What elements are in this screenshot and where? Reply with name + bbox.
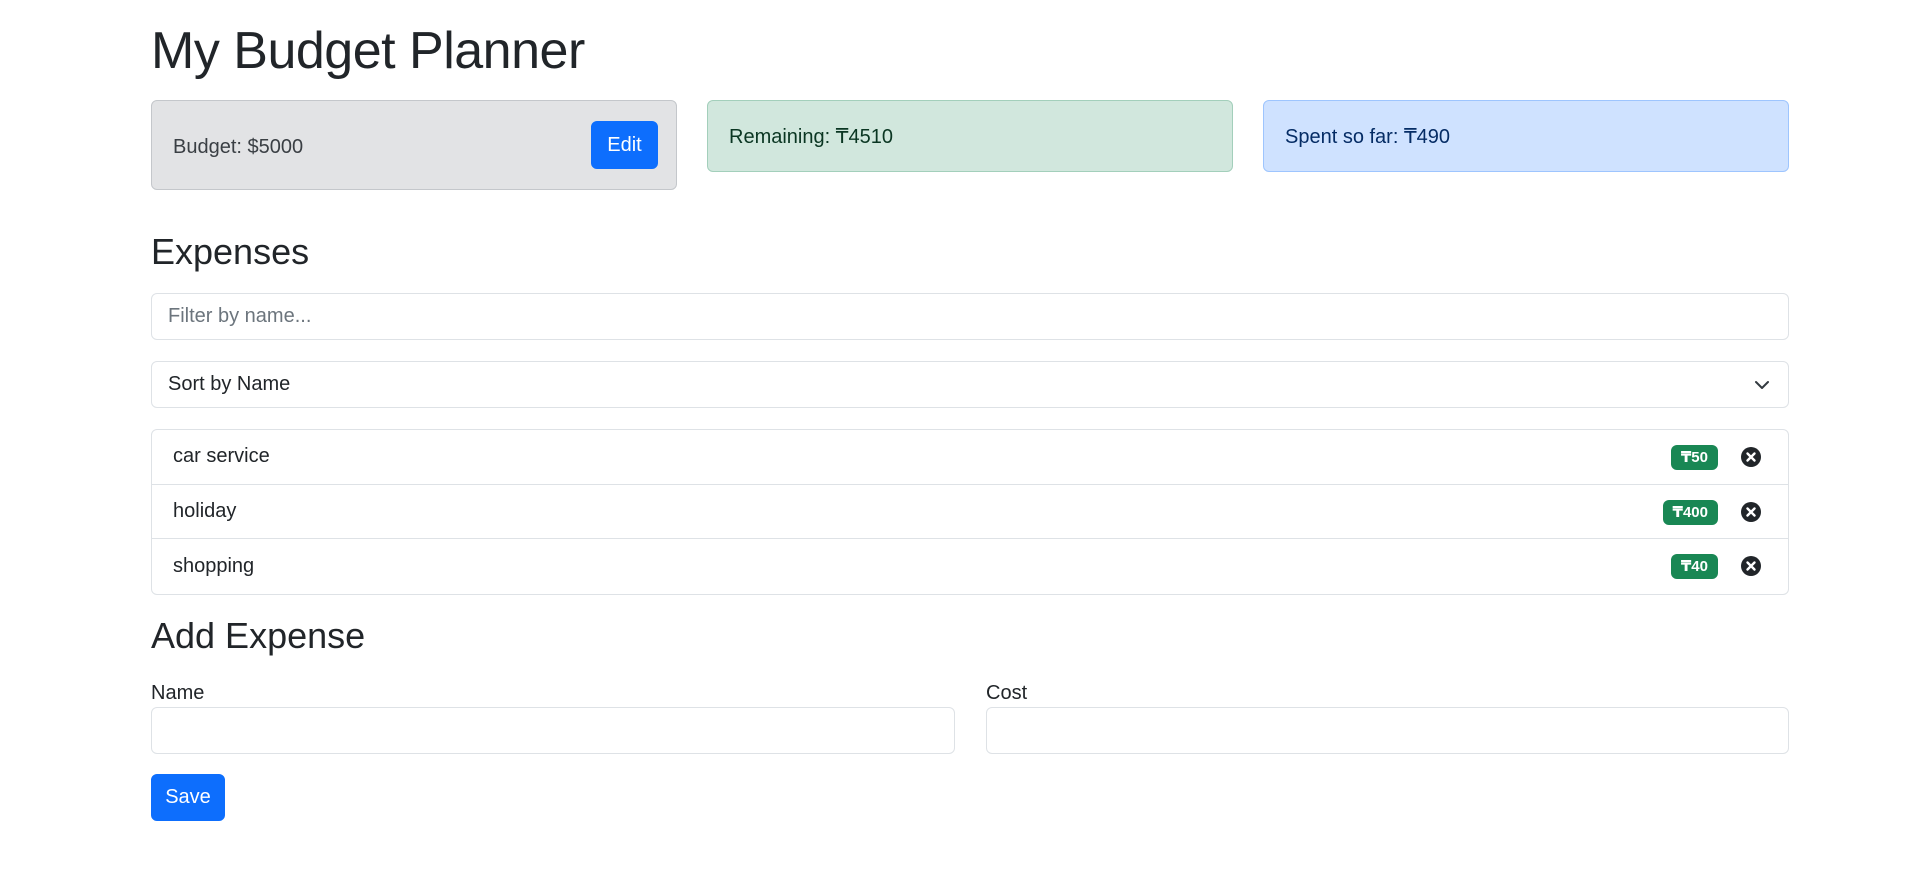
expense-cost-badge: ₸50 <box>1670 445 1718 470</box>
save-button[interactable]: Save <box>151 774 225 821</box>
expense-list: car service ₸50 holiday ₸400 shopping ₸4… <box>151 429 1789 595</box>
expense-item: holiday ₸400 <box>152 485 1788 539</box>
budget-text: Budget: $5000 <box>173 136 304 158</box>
chevron-down-icon <box>1755 381 1769 389</box>
expense-cost-input[interactable] <box>986 707 1789 754</box>
spent-card: Spent so far: ₸490 <box>1263 100 1789 172</box>
page-title: My Budget Planner <box>151 22 585 80</box>
remaining-card: Remaining: ₸4510 <box>707 100 1233 172</box>
filter-input[interactable] <box>151 293 1789 340</box>
edit-budget-button[interactable]: Edit <box>591 121 658 169</box>
expense-name: car service <box>173 445 270 468</box>
budget-card: Budget: $5000 Edit <box>151 100 677 190</box>
close-circle-icon[interactable] <box>1740 446 1762 468</box>
name-label: Name <box>151 682 205 704</box>
close-circle-icon[interactable] <box>1740 555 1762 577</box>
expenses-heading: Expenses <box>151 231 310 272</box>
sort-select-value: Sort by Name <box>168 373 291 395</box>
sort-select[interactable]: Sort by Name <box>151 361 1789 408</box>
expense-name: holiday <box>173 499 237 522</box>
expense-name-input[interactable] <box>151 707 955 754</box>
expense-item: shopping ₸40 <box>152 539 1788 594</box>
spent-text: Spent so far: ₸490 <box>1285 125 1451 148</box>
add-expense-heading: Add Expense <box>151 615 366 656</box>
expense-cost-badge: ₸400 <box>1662 499 1718 525</box>
cost-label: Cost <box>986 682 1028 704</box>
expense-cost-badge: ₸40 <box>1670 554 1718 579</box>
remaining-text: Remaining: ₸4510 <box>729 125 893 148</box>
expense-name: shopping <box>173 554 255 577</box>
expense-item: car service ₸50 <box>152 430 1788 485</box>
close-circle-icon[interactable] <box>1740 501 1762 523</box>
